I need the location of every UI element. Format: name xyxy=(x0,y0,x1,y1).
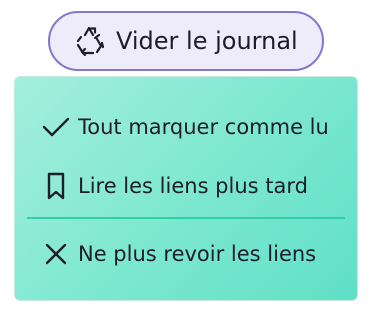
clear-journal-label: Vider le journal xyxy=(116,27,298,55)
clear-journal-button[interactable]: Vider le journal xyxy=(48,11,324,71)
check-icon xyxy=(40,111,72,143)
close-icon xyxy=(40,238,72,270)
menu-item-label: Lire les liens plus tard xyxy=(78,174,308,198)
menu-item-hide-links[interactable]: Ne plus revoir les liens xyxy=(40,234,347,274)
menu-item-mark-all-read[interactable]: Tout marquer comme lu xyxy=(40,107,347,147)
menu-divider xyxy=(27,217,345,219)
bookmark-icon xyxy=(40,170,72,202)
recycle-icon xyxy=(72,23,108,59)
actions-menu: Tout marquer comme lu Lire les liens plu… xyxy=(14,76,358,301)
menu-item-label: Tout marquer comme lu xyxy=(78,115,329,139)
menu-item-label: Ne plus revoir les liens xyxy=(78,242,317,266)
menu-item-read-later[interactable]: Lire les liens plus tard xyxy=(40,166,347,206)
